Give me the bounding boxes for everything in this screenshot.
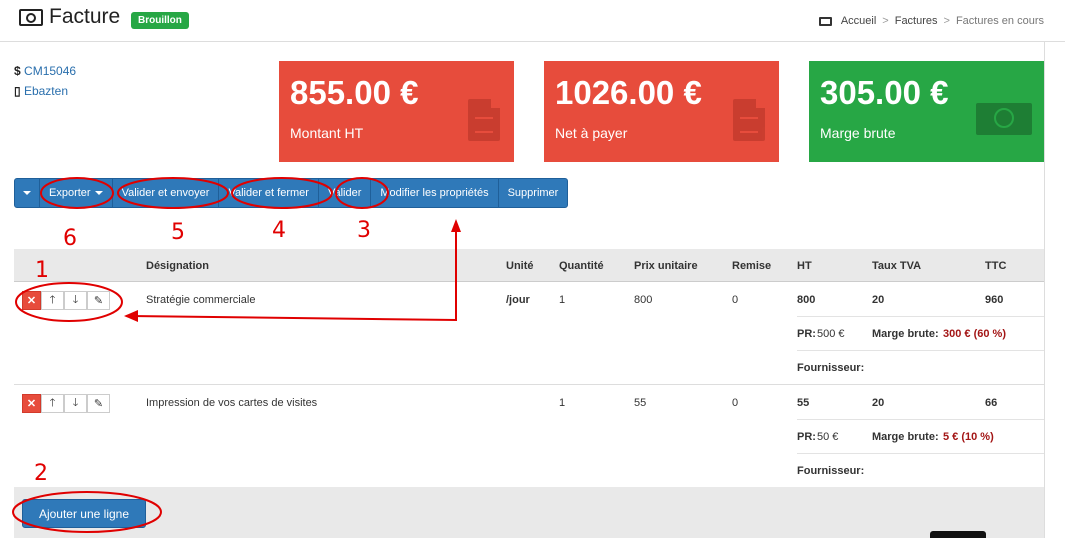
annotation-number-4: 4 bbox=[272, 218, 286, 243]
montant-ht-card: 855.00 € Montant HT bbox=[279, 61, 514, 162]
cell-quantite: 1 bbox=[559, 294, 566, 306]
annotation-number-5: 5 bbox=[171, 220, 185, 245]
move-down-icon[interactable]: 🡓 bbox=[64, 291, 87, 310]
marge-brute-card: 305.00 € Marge brute bbox=[809, 61, 1044, 162]
page-header: Facture Brouillon Accueil > Factures > F… bbox=[0, 0, 1065, 42]
export-button[interactable]: Exporter bbox=[40, 179, 113, 207]
cell-ht: 800 bbox=[797, 294, 816, 306]
scrollbar[interactable] bbox=[1044, 42, 1065, 538]
edit-icon[interactable]: ✎ bbox=[87, 394, 110, 413]
cell-taux-tva: 20 bbox=[872, 294, 885, 306]
action-toolbar: Exporter Valider et envoyer Valider et f… bbox=[14, 178, 569, 208]
add-line-button[interactable]: Ajouter une ligne bbox=[22, 499, 146, 528]
cell-ttc: 66 bbox=[985, 397, 998, 409]
column-ttc: TTC bbox=[985, 260, 1007, 272]
pr-label: PR: bbox=[797, 431, 816, 443]
money-icon bbox=[818, 16, 832, 26]
table-row: ✕ 🡑 🡓 ✎ Stratégie commerciale /jour 1 80… bbox=[14, 282, 1044, 385]
move-up-icon[interactable]: 🡑 bbox=[41, 394, 64, 413]
breadcrumb-separator: > bbox=[882, 15, 889, 27]
client-link[interactable]: ▯ Ebazten bbox=[14, 84, 68, 98]
pr-value: 50 € bbox=[817, 431, 839, 443]
column-prix-unitaire: Prix unitaire bbox=[634, 260, 698, 272]
marge-label: Marge brute: bbox=[872, 431, 939, 443]
cell-remise: 0 bbox=[732, 294, 739, 306]
cell-designation: Impression de vos cartes de visites bbox=[146, 397, 318, 409]
annotation-arrowhead-up bbox=[451, 219, 461, 232]
cell-designation: Stratégie commerciale bbox=[146, 294, 256, 306]
marge-label: Marge brute: bbox=[872, 328, 939, 340]
card-label: Marge brute bbox=[820, 125, 896, 141]
validate-button[interactable]: Valider bbox=[319, 179, 372, 207]
cell-prix-unitaire: 55 bbox=[634, 397, 647, 409]
card-value: 1026.00 € bbox=[555, 74, 702, 111]
validate-and-close-button[interactable]: Valider et fermer bbox=[219, 179, 319, 207]
annotation-number-2: 2 bbox=[34, 461, 48, 486]
cell-prix-unitaire: 800 bbox=[634, 294, 653, 306]
breadcrumb: Accueil > Factures > Factures en cours bbox=[818, 15, 1044, 27]
edit-properties-button[interactable]: Modifier les propriétés bbox=[371, 179, 499, 207]
annotation-number-3: 3 bbox=[357, 218, 371, 243]
dropdown-toggle-button[interactable] bbox=[15, 179, 40, 207]
page-title: Facture bbox=[49, 5, 121, 28]
status-badge: Brouillon bbox=[131, 12, 189, 29]
column-taux-tva: Taux TVA bbox=[872, 260, 922, 272]
delete-row-icon[interactable]: ✕ bbox=[22, 291, 41, 310]
breadcrumb-separator: > bbox=[943, 15, 950, 27]
delete-row-icon[interactable]: ✕ bbox=[22, 394, 41, 413]
card-value: 855.00 € bbox=[290, 74, 419, 111]
annotation-number-1: 1 bbox=[35, 258, 49, 283]
marge-value: 5 € (10 %) bbox=[943, 431, 994, 443]
money-icon bbox=[976, 103, 1032, 135]
cell-taux-tva: 20 bbox=[872, 397, 885, 409]
net-a-payer-card: 1026.00 € Net à payer bbox=[544, 61, 779, 162]
card-value: 305.00 € bbox=[820, 74, 949, 111]
table-row: ✕ 🡑 🡓 ✎ Impression de vos cartes de visi… bbox=[14, 385, 1044, 487]
card-label: Montant HT bbox=[290, 125, 364, 141]
table-footer: Ajouter une ligne bbox=[14, 487, 1044, 538]
breadcrumb-factures[interactable]: Factures bbox=[895, 15, 938, 27]
breadcrumb-current: Factures en cours bbox=[955, 15, 1044, 27]
caret-down-icon bbox=[23, 191, 31, 195]
table-header: Désignation Unité Quantité Prix unitaire… bbox=[14, 249, 1044, 282]
delete-button[interactable]: Supprimer bbox=[499, 179, 568, 207]
building-icon: ▯ bbox=[14, 84, 21, 98]
cell-unite: /jour bbox=[506, 294, 530, 306]
pr-label: PR: bbox=[797, 328, 816, 340]
annotation-number-6: 6 bbox=[63, 226, 77, 251]
breadcrumb-home[interactable]: Accueil bbox=[841, 15, 876, 27]
client-name[interactable]: Ebazten bbox=[24, 84, 68, 98]
fournisseur-label: Fournisseur: bbox=[797, 465, 865, 477]
reference-number[interactable]: CM15046 bbox=[24, 64, 76, 78]
cell-ht: 55 bbox=[797, 397, 810, 409]
fournisseur-label: Fournisseur: bbox=[797, 362, 865, 374]
dollar-icon: $ bbox=[14, 64, 21, 78]
row-actions: ✕ 🡑 🡓 ✎ bbox=[22, 394, 110, 413]
document-icon bbox=[468, 99, 500, 141]
reference-link[interactable]: $ CM15046 bbox=[14, 64, 76, 78]
cell-quantite: 1 bbox=[559, 397, 566, 409]
money-icon bbox=[19, 9, 43, 26]
floating-widget[interactable] bbox=[930, 531, 986, 538]
column-unite: Unité bbox=[506, 260, 534, 272]
column-quantite: Quantité bbox=[559, 260, 604, 272]
column-designation: Désignation bbox=[146, 260, 209, 272]
caret-down-icon bbox=[94, 191, 103, 195]
cell-ttc: 960 bbox=[985, 294, 1004, 306]
row-actions: ✕ 🡑 🡓 ✎ bbox=[22, 291, 110, 310]
edit-icon[interactable]: ✎ bbox=[87, 291, 110, 310]
marge-value: 300 € (60 %) bbox=[943, 328, 1006, 340]
document-icon bbox=[733, 99, 765, 141]
validate-and-send-button[interactable]: Valider et envoyer bbox=[113, 179, 220, 207]
move-up-icon[interactable]: 🡑 bbox=[41, 291, 64, 310]
move-down-icon[interactable]: 🡓 bbox=[64, 394, 87, 413]
column-remise: Remise bbox=[732, 260, 772, 272]
pr-value: 500 € bbox=[817, 328, 845, 340]
column-ht: HT bbox=[797, 260, 812, 272]
cell-remise: 0 bbox=[732, 397, 739, 409]
card-label: Net à payer bbox=[555, 125, 628, 141]
